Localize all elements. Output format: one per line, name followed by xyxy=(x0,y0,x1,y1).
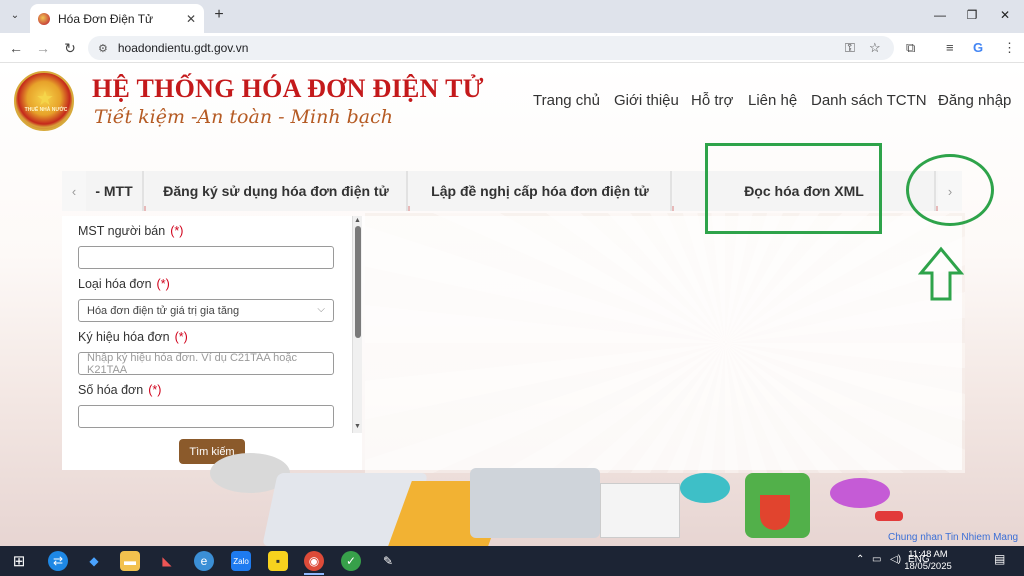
form-scrollbar[interactable]: ▲ ▼ xyxy=(352,216,362,433)
teamviewer-icon[interactable]: ⇄ xyxy=(48,551,68,571)
password-key-icon[interactable]: ⚿ xyxy=(845,40,855,56)
seller-tax-input[interactable] xyxy=(78,246,334,269)
nav-about[interactable]: Giới thiệu xyxy=(614,92,679,112)
seller-tax-label: MST người bán (*) xyxy=(78,224,184,238)
url-text: hoadondientu.gdt.gov.vn xyxy=(117,41,249,55)
invoice-symbol-label: Ký hiệu hóa đơn (*) xyxy=(78,330,188,344)
forward-icon[interactable]: → xyxy=(34,39,52,57)
network-icon[interactable]: ▭ xyxy=(872,554,881,565)
annotation-highlight-circle xyxy=(906,154,994,226)
browser-toolbar: ← → ↻ ⚙ hoadondientu.gdt.gov.vn ⚿ ☆ ⧉ ≡ … xyxy=(0,33,1024,63)
scroll-thumb[interactable] xyxy=(355,226,361,338)
illustration-chart-cylinder xyxy=(680,473,730,503)
browser-menu-icon[interactable]: ⋮ xyxy=(1003,40,1016,56)
windows-start-icon[interactable]: ⊞ xyxy=(9,551,29,571)
site-favicon-icon xyxy=(38,12,50,25)
annotation-up-arrow-icon xyxy=(918,246,964,301)
illustration-block xyxy=(875,511,903,521)
brand-slogan: Tiết kiệm -An toàn - Minh bạch xyxy=(94,106,393,128)
results-pane xyxy=(362,216,962,470)
new-tab-icon[interactable]: + xyxy=(210,6,228,24)
minimize-icon[interactable]: — xyxy=(925,4,955,26)
active-app-indicator xyxy=(304,573,324,575)
volume-icon[interactable]: ◁) xyxy=(890,554,901,565)
annotation-highlight-box xyxy=(705,143,882,234)
chevron-down-icon: ⌵ xyxy=(317,304,325,315)
clock-date: 18/05/2025 xyxy=(904,561,952,572)
trust-certificate-link[interactable]: Chung nhan Tin Nhiem Mang xyxy=(888,532,1018,543)
media-control-icon[interactable]: ≡ xyxy=(946,40,954,55)
nav-home[interactable]: Trang chủ xyxy=(533,92,600,112)
tray-expand-icon[interactable]: ⌃ xyxy=(856,554,864,565)
dropbox-icon[interactable]: ◆ xyxy=(84,551,104,571)
invoice-type-label: Loại hóa đơn (*) xyxy=(78,277,170,291)
tab-search-icon[interactable]: ⌄ xyxy=(6,6,24,24)
tab-register-e-invoice[interactable]: Đăng ký sử dụng hóa đơn điện tử xyxy=(146,171,408,211)
close-tab-icon[interactable]: ✕ xyxy=(186,12,196,26)
tab-request-e-invoice[interactable]: Lập đề nghị cấp hóa đơn điện tử xyxy=(410,171,672,211)
browser-tab[interactable]: Hóa Đơn Điện Tử ✕ xyxy=(30,4,204,33)
shield-icon xyxy=(760,495,790,530)
site-info-icon[interactable]: ⚙ xyxy=(98,42,108,55)
window-close-icon[interactable]: ✕ xyxy=(990,4,1020,26)
notifications-icon[interactable]: ▤ xyxy=(994,552,1005,566)
zalo-icon[interactable]: Zalo xyxy=(231,551,251,571)
sticky-notes-icon[interactable]: ▪ xyxy=(268,551,288,571)
reload-icon[interactable]: ↻ xyxy=(61,39,79,57)
edge-icon[interactable]: e xyxy=(194,551,214,571)
tabs-scroll-left-icon[interactable]: ‹ xyxy=(62,171,86,211)
tax-authority-logo[interactable]: ★ THUẾ NHÀ NƯỚC xyxy=(14,71,74,131)
nav-contact[interactable]: Liên hệ xyxy=(748,92,797,112)
profile-g-icon[interactable]: G xyxy=(973,40,983,55)
invoice-number-input[interactable] xyxy=(78,405,334,428)
web-page: ★ THUẾ NHÀ NƯỚC HỆ THỐNG HÓA ĐƠN ĐIỆN TỬ… xyxy=(0,63,1024,546)
paint-icon[interactable]: ✎ xyxy=(378,551,398,571)
invoice-search-form: MST người bán (*) Loại hóa đơn (*) Hóa đơn… xyxy=(62,216,362,470)
clock-time: 11:48 AM xyxy=(908,549,948,560)
illustration-laptop xyxy=(470,468,600,538)
illustration-papers xyxy=(600,483,680,538)
nav-tctn-list[interactable]: Danh sách TCTN xyxy=(811,92,927,112)
illustration-pie xyxy=(830,478,890,508)
clock[interactable]: 11:48 AM 18/05/2025 xyxy=(903,549,953,573)
nav-support[interactable]: Hỗ trợ xyxy=(691,92,733,112)
invoice-symbol-input[interactable]: Nhập ký hiệu hóa đơn. Ví dụ C21TAA hoặc … xyxy=(78,352,334,376)
os-taskbar: ⊞ ⇄ ◆ ▬ ◣ e Zalo ▪ ◉ ✓ ✎ ⌃ ▭ ◁) ENG 11:4… xyxy=(0,546,1024,576)
scroll-up-icon[interactable]: ▲ xyxy=(354,217,361,224)
invoice-number-label: Số hóa đơn (*) xyxy=(78,383,162,397)
back-icon[interactable]: ← xyxy=(7,39,25,57)
restore-icon[interactable]: ❐ xyxy=(957,4,987,26)
app-icon[interactable]: ◣ xyxy=(157,551,177,571)
browser-tab-bar: ⌄ Hóa Đơn Điện Tử ✕ + — ❐ ✕ xyxy=(0,0,1024,33)
address-bar[interactable]: ⚙ hoadondientu.gdt.gov.vn xyxy=(88,36,894,60)
extensions-icon[interactable]: ⧉ xyxy=(906,40,915,56)
brand-title: HỆ THỐNG HÓA ĐƠN ĐIỆN TỬ xyxy=(92,74,484,103)
tab-mtt[interactable]: - MTT xyxy=(86,171,144,211)
bookmark-star-icon[interactable]: ☆ xyxy=(869,40,881,56)
nav-login[interactable]: Đăng nhập xyxy=(938,92,1011,112)
chrome-icon[interactable]: ◉ xyxy=(304,551,324,571)
invoice-type-select[interactable]: Hóa đơn điện tử giá trị gia tăng ⌵ xyxy=(78,299,334,322)
app-green-icon[interactable]: ✓ xyxy=(341,551,361,571)
scroll-down-icon[interactable]: ▼ xyxy=(354,423,361,430)
tab-title: Hóa Đơn Điện Tử xyxy=(58,11,154,26)
logo-text: THUẾ NHÀ NƯỚC xyxy=(24,107,68,113)
file-explorer-icon[interactable]: ▬ xyxy=(120,551,140,571)
